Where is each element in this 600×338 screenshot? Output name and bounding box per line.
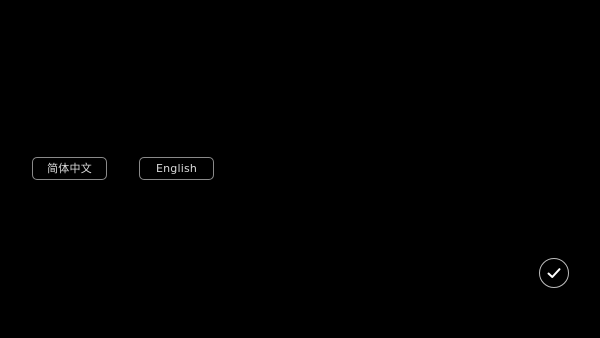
language-selection-screen: 简体中文 English bbox=[0, 0, 600, 338]
language-option-english[interactable]: English bbox=[139, 157, 214, 180]
checkmark-icon bbox=[547, 268, 561, 278]
language-option-simplified-chinese[interactable]: 简体中文 bbox=[32, 157, 107, 180]
confirm-button[interactable] bbox=[539, 258, 569, 288]
